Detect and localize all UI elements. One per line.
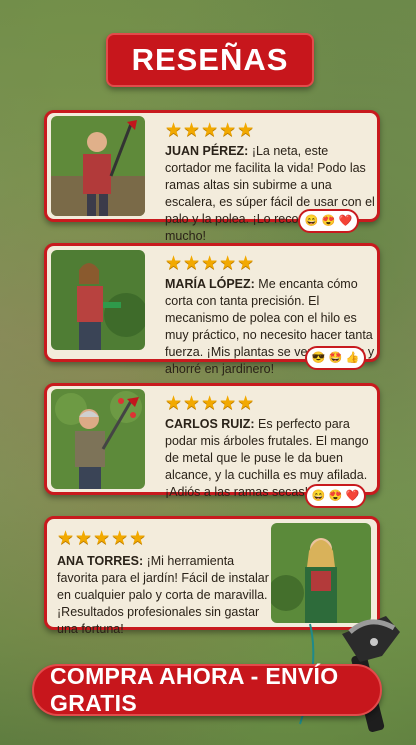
review-card: ★★★★★ JUAN PÉREZ: ¡La neta, este cortado… [44, 110, 380, 243]
heart-eyes-emoji-icon: 😍 [328, 489, 343, 502]
review-text: ANA TORRES: ¡Mi herramienta favorita par… [57, 553, 269, 638]
rating-stars: ★★★★★ [165, 120, 256, 141]
reviewer-name: JUAN PÉREZ: [165, 144, 249, 158]
heart-icon: ❤️ [345, 489, 360, 502]
heart-icon: ❤️ [338, 214, 353, 227]
buy-now-button[interactable]: COMPRA AHORA - ENVÍO GRATIS [32, 663, 382, 716]
rating-stars: ★★★★★ [165, 253, 256, 274]
heart-eyes-emoji-icon: 😍 [321, 214, 336, 227]
rating-stars: ★★★★★ [57, 528, 148, 549]
reactions-badge: 😄 😍 ❤️ [305, 484, 366, 508]
reactions-badge: 😎 🤩 👍 [305, 346, 366, 370]
grin-emoji-icon: 😄 [304, 214, 319, 227]
thumbs-up-icon: 👍 [345, 351, 360, 364]
review-card: ★★★★★ CARLOS RUIZ: Es perfecto para poda… [44, 383, 380, 499]
rating-stars: ★★★★★ [165, 393, 256, 414]
reviewer-name: MARÍA LÓPEZ: [165, 277, 255, 291]
grin-emoji-icon: 😄 [311, 489, 326, 502]
review-card: ★★★★★ MARÍA LÓPEZ: Me encanta cómo corta… [44, 243, 380, 376]
reviewer-name: ANA TORRES: [57, 554, 144, 568]
reviewer-name: CARLOS RUIZ: [165, 417, 255, 431]
reviewer-photo [51, 250, 145, 350]
star-struck-emoji-icon: 🤩 [328, 351, 343, 364]
reviewer-photo [51, 116, 145, 216]
reactions-badge: 😄 😍 ❤️ [298, 209, 359, 233]
reviews-title: RESEÑAS [106, 33, 314, 87]
sunglasses-emoji-icon: 😎 [311, 351, 326, 364]
reviewer-photo [51, 389, 145, 489]
